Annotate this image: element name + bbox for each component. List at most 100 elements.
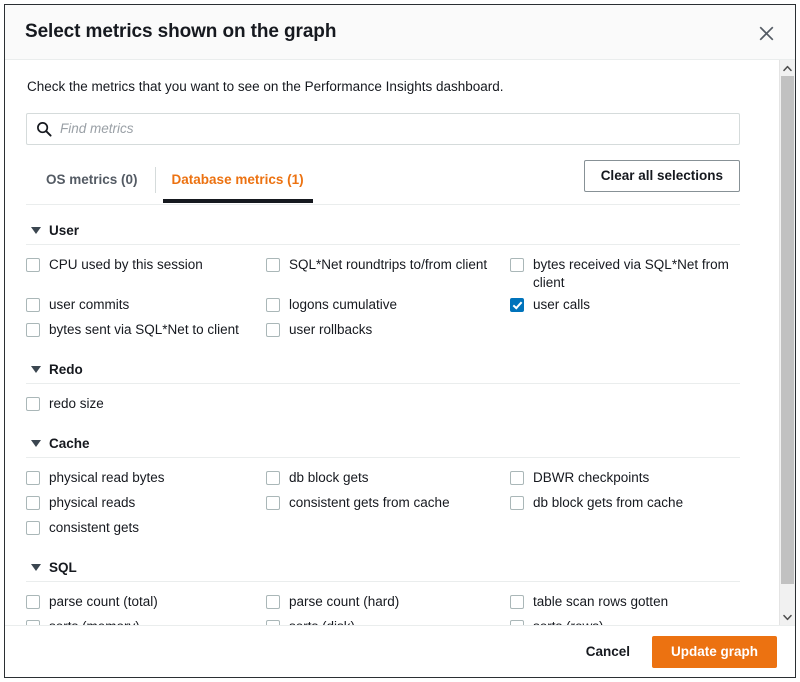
checkbox[interactable] (26, 620, 40, 625)
search-input[interactable] (26, 113, 740, 145)
tab-database-metrics[interactable]: Database metrics (1) (155, 160, 321, 200)
metric-grid-cache: physical read bytes db block gets DBWR c… (26, 467, 740, 552)
metric-label: user calls (533, 296, 590, 314)
page-title: Select metrics shown on the graph (25, 21, 336, 43)
metric-grid-sql: parse count (total) parse count (hard) t… (26, 591, 740, 625)
checkbox[interactable] (266, 258, 280, 272)
metric-groups: User CPU used by this session SQL*Net ro… (26, 219, 740, 625)
checkbox[interactable] (266, 620, 280, 625)
checkbox[interactable] (510, 471, 524, 485)
checkbox[interactable] (26, 496, 40, 510)
scrollbar-thumb[interactable] (781, 76, 794, 584)
metric-group-sql: SQL parse count (total) parse count (har… (26, 556, 740, 625)
metric-label: DBWR checkpoints (533, 469, 649, 487)
select-metrics-dialog: Select metrics shown on the graph Check … (4, 4, 796, 678)
tab-list: OS metrics (0) Database metrics (1) (26, 160, 321, 200)
group-divider (26, 244, 740, 245)
metric-grid-redo: redo size (26, 393, 740, 428)
metric-label: user rollbacks (289, 321, 372, 339)
checkbox[interactable] (510, 298, 524, 312)
checkbox[interactable] (266, 323, 280, 337)
metric-label: db block gets (289, 469, 369, 487)
dialog-description: Check the metrics that you want to see o… (27, 78, 757, 97)
metric-checkbox-item[interactable]: db block gets from cache (510, 492, 740, 517)
checkbox[interactable] (26, 323, 40, 337)
vertical-scrollbar[interactable] (779, 60, 795, 625)
chevron-down-icon (31, 564, 41, 571)
group-header-redo[interactable]: Redo (26, 358, 740, 383)
metric-label: consistent gets from cache (289, 494, 450, 512)
group-divider (26, 383, 740, 384)
metric-checkbox-item[interactable]: table scan rows gotten (510, 591, 740, 616)
metric-checkbox-item[interactable]: sorts (memory) (26, 616, 266, 625)
metric-checkbox-item[interactable]: bytes sent via SQL*Net to client (26, 319, 266, 344)
search-field (26, 113, 740, 145)
checkbox[interactable] (26, 258, 40, 272)
metric-label: CPU used by this session (49, 256, 203, 274)
metric-checkbox-item[interactable]: redo size (26, 393, 266, 418)
checkbox[interactable] (26, 471, 40, 485)
metric-checkbox-item[interactable]: physical read bytes (26, 467, 266, 492)
metric-checkbox-item[interactable]: SQL*Net roundtrips to/from client (266, 254, 510, 279)
clear-all-selections-button[interactable]: Clear all selections (584, 160, 740, 192)
metric-checkbox-item[interactable]: parse count (hard) (266, 591, 510, 616)
chevron-down-icon (31, 366, 41, 373)
scroll-down-button[interactable] (780, 609, 795, 625)
metric-group-cache: Cache physical read bytes db block gets (26, 432, 740, 552)
cancel-button[interactable]: Cancel (580, 636, 636, 667)
group-header-user[interactable]: User (26, 219, 740, 244)
tab-bar: OS metrics (0) Database metrics (1) Clea… (26, 160, 740, 208)
metric-checkbox-item[interactable]: parse count (total) (26, 591, 266, 616)
metric-checkbox-item[interactable]: user calls (510, 294, 740, 319)
checkbox[interactable] (510, 496, 524, 510)
metric-checkbox-item[interactable]: sorts (disk) (266, 616, 510, 625)
group-title: User (49, 223, 79, 238)
metric-checkbox-item[interactable]: physical reads (26, 492, 266, 517)
checkbox[interactable] (26, 298, 40, 312)
metric-checkbox-item[interactable]: db block gets (266, 467, 510, 492)
group-divider (26, 581, 740, 582)
metric-group-user: User CPU used by this session SQL*Net ro… (26, 219, 740, 354)
metric-checkbox-item[interactable]: logons cumulative (266, 294, 510, 319)
dialog-body: Check the metrics that you want to see o… (5, 60, 795, 625)
metric-label: db block gets from cache (533, 494, 683, 512)
close-icon[interactable] (751, 18, 781, 48)
scrollbar-track[interactable] (780, 76, 795, 609)
update-graph-button[interactable]: Update graph (652, 636, 777, 668)
metric-checkbox-item[interactable]: sorts (rows) (510, 616, 740, 625)
group-header-sql[interactable]: SQL (26, 556, 740, 581)
metric-checkbox-item[interactable]: user rollbacks (266, 319, 510, 344)
metric-group-redo: Redo redo size (26, 358, 740, 428)
checkbox[interactable] (510, 595, 524, 609)
metric-label: consistent gets (49, 519, 139, 537)
checkbox[interactable] (266, 595, 280, 609)
metric-label: redo size (49, 395, 104, 413)
metric-checkbox-item[interactable]: consistent gets from cache (266, 492, 510, 517)
chevron-down-icon (31, 227, 41, 234)
checkbox[interactable] (266, 471, 280, 485)
chevron-down-icon (31, 440, 41, 447)
metric-checkbox-item[interactable]: CPU used by this session (26, 254, 266, 279)
metric-label: bytes sent via SQL*Net to client (49, 321, 239, 339)
metric-checkbox-item[interactable]: consistent gets (26, 517, 266, 542)
metric-checkbox-item[interactable]: DBWR checkpoints (510, 467, 740, 492)
metric-label: logons cumulative (289, 296, 397, 314)
metric-label: parse count (hard) (289, 593, 399, 611)
checkbox[interactable] (510, 620, 524, 625)
metric-grid-user: CPU used by this session SQL*Net roundtr… (26, 254, 740, 354)
metric-label: user commits (49, 296, 129, 314)
checkbox[interactable] (26, 595, 40, 609)
metric-label: sorts (memory) (49, 618, 140, 625)
group-title: Cache (49, 436, 90, 451)
tab-os-metrics[interactable]: OS metrics (0) (26, 160, 155, 200)
checkbox[interactable] (266, 496, 280, 510)
metric-checkbox-item[interactable]: bytes received via SQL*Net from client (510, 254, 740, 294)
checkbox[interactable] (266, 298, 280, 312)
checkbox[interactable] (26, 397, 40, 411)
checkbox[interactable] (510, 258, 524, 272)
checkbox[interactable] (26, 521, 40, 535)
scroll-up-button[interactable] (780, 60, 795, 76)
group-header-cache[interactable]: Cache (26, 432, 740, 457)
metric-label: physical read bytes (49, 469, 165, 487)
metric-checkbox-item[interactable]: user commits (26, 294, 266, 319)
